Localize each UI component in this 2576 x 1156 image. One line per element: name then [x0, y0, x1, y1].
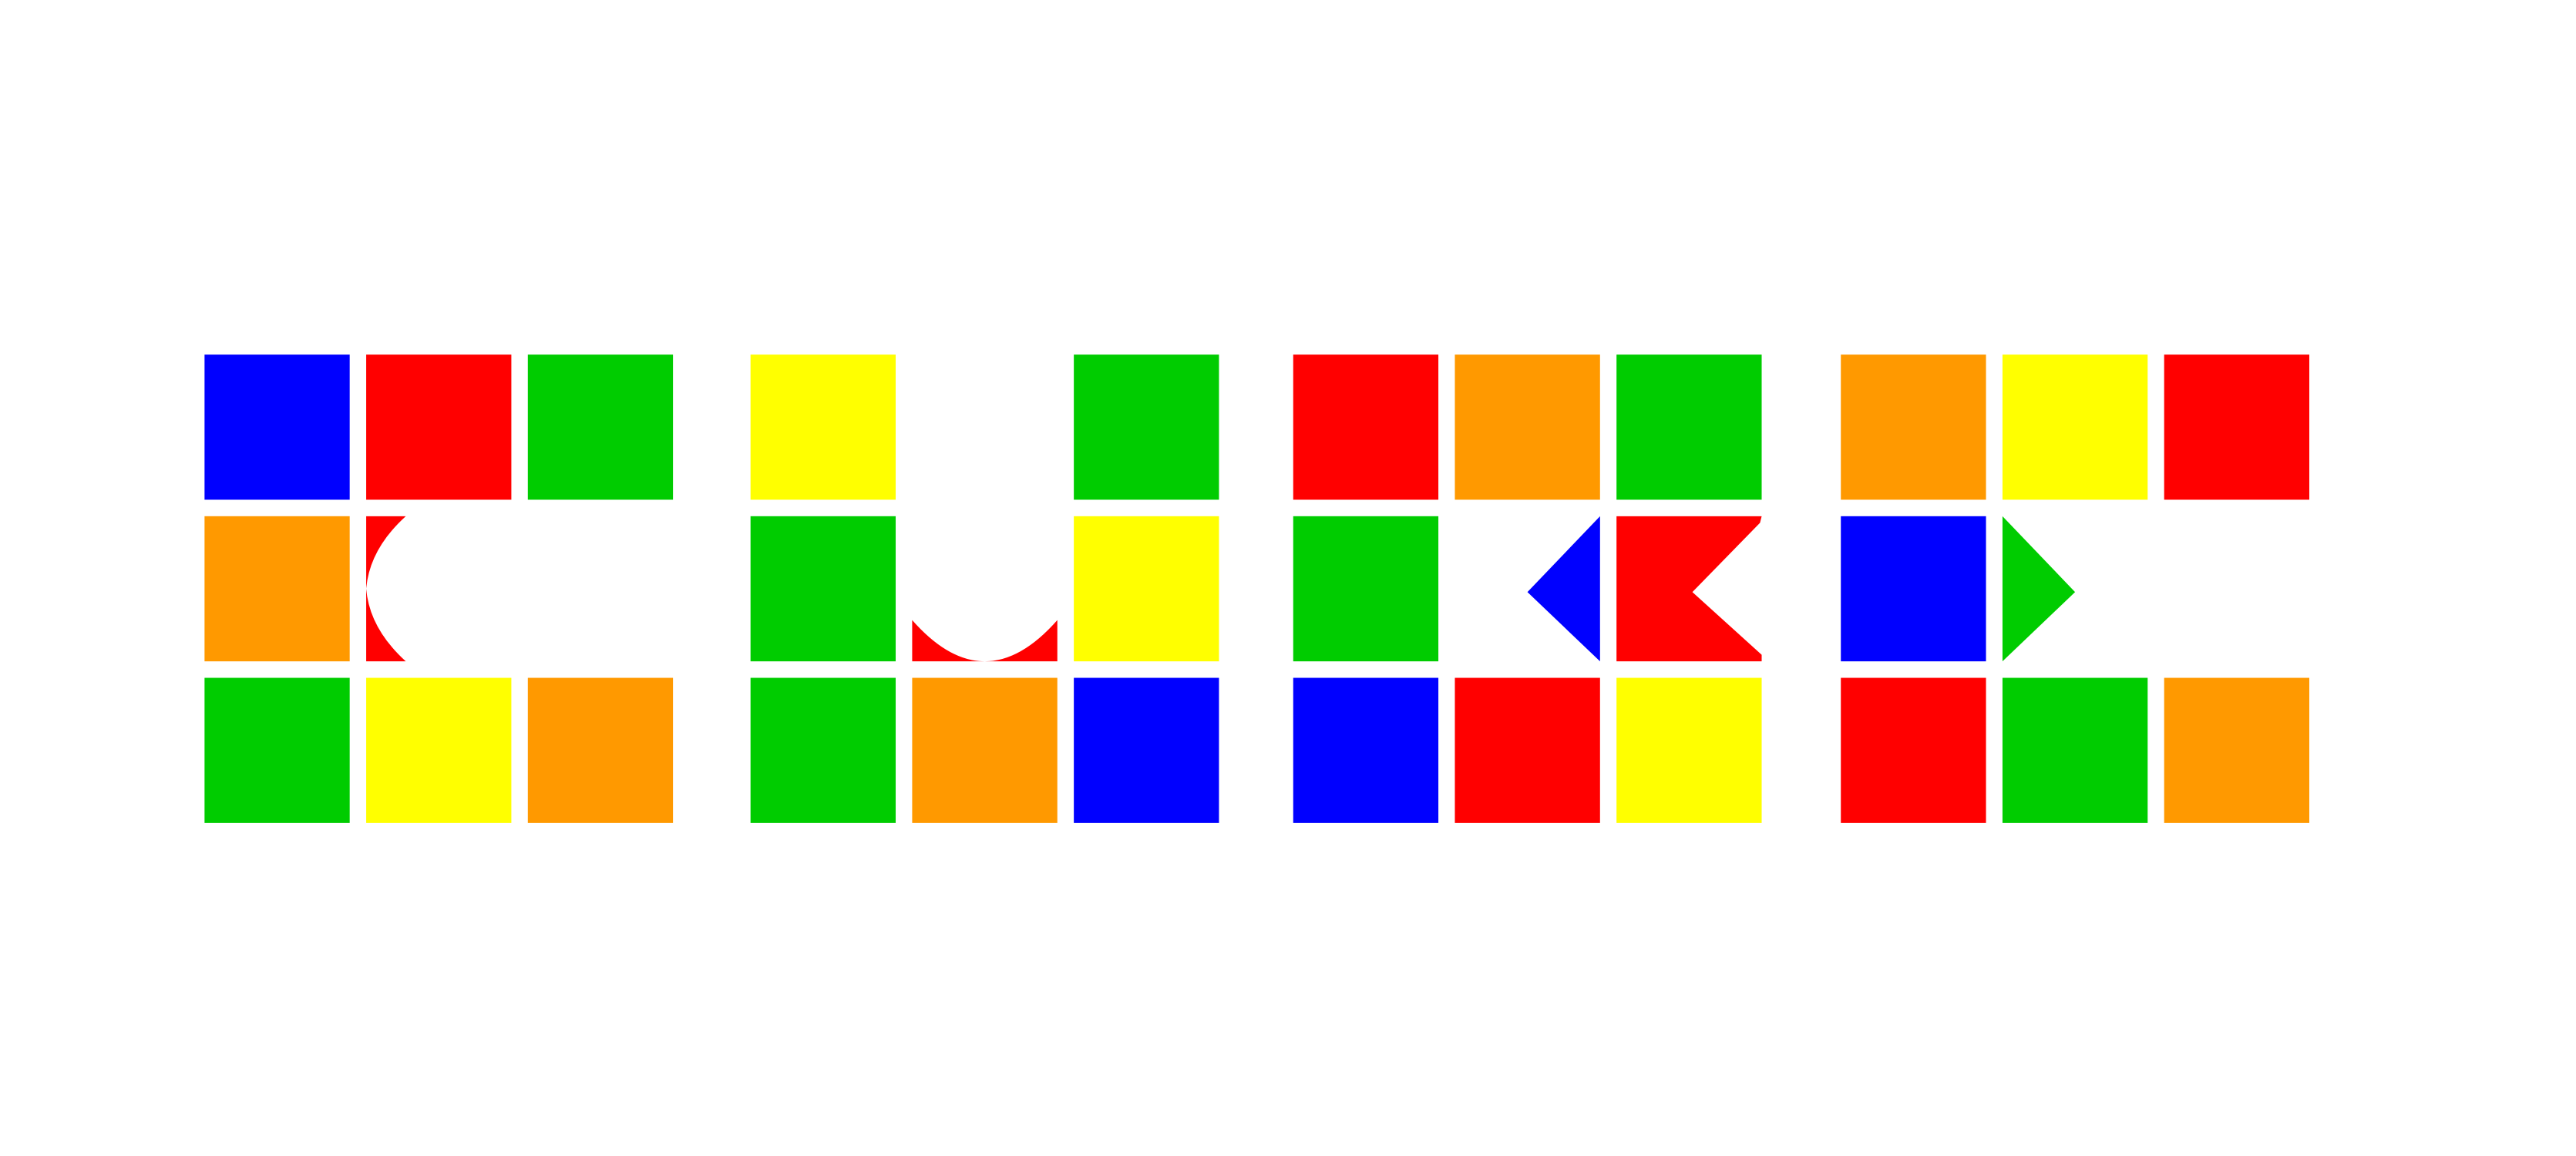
tile-blue [204, 355, 350, 500]
tile-green [750, 516, 896, 662]
tile-green [1293, 516, 1439, 662]
tile-u-curve [912, 620, 1058, 662]
letter-c [204, 355, 674, 823]
tile-red [1454, 677, 1600, 823]
tile-red [1841, 677, 1986, 823]
tile-red [1293, 355, 1439, 500]
tile-green [527, 355, 674, 500]
tile-red [2164, 355, 2309, 500]
tile-orange [1454, 355, 1600, 500]
tile-green [2002, 677, 2148, 823]
tile-green [750, 677, 896, 823]
tile-orange [527, 677, 674, 823]
letter-b [1293, 355, 1762, 823]
tile-c-curve [366, 516, 406, 662]
tile-yellow [750, 355, 896, 500]
tile-yellow [2002, 355, 2148, 500]
tile-red [366, 355, 512, 500]
cube-logo [204, 355, 2309, 823]
tile-orange [2164, 677, 2309, 823]
tile-blue [1074, 677, 1219, 823]
tile-green [1616, 355, 1762, 500]
tile-blue [1293, 677, 1439, 823]
tile-blue [1841, 516, 1986, 662]
tile-green [204, 677, 350, 823]
letter-u [750, 355, 1219, 823]
cube-letters [204, 355, 2309, 823]
letter-e [1841, 355, 2309, 823]
tile-yellow [366, 677, 512, 823]
tile-yellow [1616, 677, 1762, 823]
tile-orange [912, 677, 1058, 823]
tile-orange [1841, 355, 1986, 500]
tile-green [1074, 355, 1219, 500]
tile-orange [204, 516, 350, 662]
tile-e-triangle [2002, 516, 2076, 662]
tile-b-triangle [1527, 516, 1600, 662]
tile-b-notch [1616, 516, 1762, 662]
tile-yellow [1074, 516, 1219, 662]
